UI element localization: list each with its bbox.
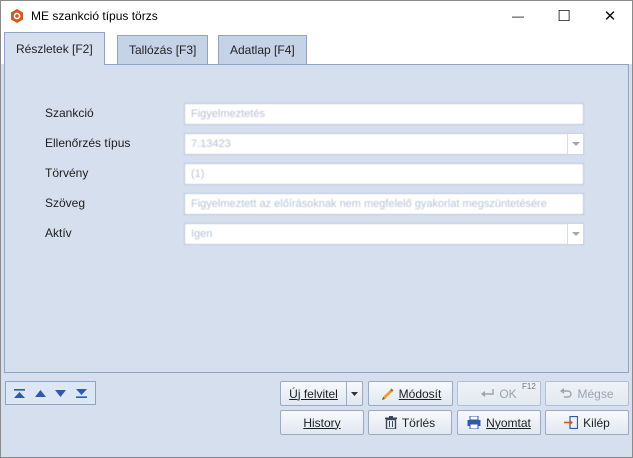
title-bar: ME szankció típus törzs — ☐ ✕ (1, 1, 632, 31)
app-logo-icon (10, 9, 24, 23)
printer-icon (467, 416, 481, 429)
new-record-dropdown-button[interactable] (346, 381, 363, 406)
chevron-down-icon (351, 391, 358, 396)
print-button[interactable]: Nyomtat (457, 410, 541, 435)
szoveg-input[interactable]: Figyelmeztett az előírásoknak nem megfel… (184, 193, 584, 215)
new-record-button[interactable]: Új felvitel (280, 381, 347, 406)
last-record-icon (76, 388, 88, 398)
field-label-szoveg: Szöveg (45, 196, 86, 210)
next-record-icon (55, 389, 67, 397)
minimize-icon: — (512, 9, 524, 23)
close-icon: ✕ (603, 8, 617, 25)
maximize-icon: ☐ (557, 8, 571, 25)
pencil-icon (381, 388, 394, 400)
cancel-label: Mégse (577, 386, 614, 401)
app-window: ME szankció típus törzs — ☐ ✕ Részletek … (0, 0, 633, 458)
tab-browse[interactable]: Tallózás [F3] (117, 35, 209, 64)
first-record-button[interactable] (10, 384, 28, 402)
chevron-down-icon (571, 141, 580, 146)
tab-datasheet-label: Adatlap [F4] (230, 43, 295, 57)
next-record-button[interactable] (52, 384, 70, 402)
aktiv-value: Igen (191, 228, 213, 240)
ellenorzes-tipus-combo[interactable]: 7.13423 (184, 133, 584, 155)
szankcio-value: Figyelmeztetés (191, 108, 265, 120)
window-title: ME szankció típus törzs (31, 9, 158, 23)
modify-label: Módosít (398, 386, 442, 401)
tab-details-label: Részletek [F2] (16, 42, 93, 56)
record-navigator (5, 381, 96, 405)
new-record-label: Új felvitel (289, 386, 338, 401)
ellenorzes-tipus-value: 7.13423 (191, 138, 231, 150)
maximize-button[interactable]: ☐ (541, 1, 587, 31)
details-panel: Szankció Figyelmeztetés Ellenőrzés típus… (4, 64, 629, 373)
last-record-button[interactable] (73, 384, 91, 402)
prev-record-icon (34, 389, 46, 397)
tab-details[interactable]: Részletek [F2] (4, 32, 105, 65)
cancel-button[interactable]: Mégse (545, 381, 629, 406)
torveny-input[interactable]: (1) (184, 163, 584, 185)
aktiv-combo[interactable]: Igen (184, 223, 584, 245)
ellenorzes-tipus-dropdown-button[interactable] (567, 134, 583, 154)
exit-label: Kilép (583, 415, 610, 430)
trash-icon (384, 416, 397, 429)
field-label-aktiv: Aktív (45, 226, 72, 240)
history-button[interactable]: History (280, 410, 364, 435)
delete-button[interactable]: Törlés (368, 410, 452, 435)
delete-label: Törlés (401, 415, 436, 430)
field-label-torveny: Törvény (45, 166, 89, 180)
tab-browse-label: Tallózás [F3] (129, 43, 197, 57)
ok-shortcut-hint: F12 (522, 382, 536, 391)
print-label: Nyomtat (486, 415, 531, 430)
enter-arrow-icon (481, 388, 495, 397)
tab-datasheet[interactable]: Adatlap [F4] (218, 35, 307, 64)
torveny-value: (1) (191, 168, 205, 180)
minimize-button[interactable]: — (495, 1, 541, 31)
field-label-szankcio: Szankció (45, 106, 94, 120)
history-label: History (303, 415, 341, 430)
ok-label: OK (499, 386, 517, 401)
szoveg-value: Figyelmeztett az előírásoknak nem megfel… (191, 198, 547, 210)
modify-button[interactable]: Módosít (368, 381, 453, 406)
szankcio-input[interactable]: Figyelmeztetés (184, 103, 584, 125)
field-label-ellenorzes-tipus: Ellenőrzés típus (45, 136, 131, 150)
close-button[interactable]: ✕ (587, 1, 633, 31)
chevron-down-icon (571, 231, 580, 236)
prev-record-button[interactable] (31, 384, 49, 402)
exit-door-icon (564, 416, 579, 429)
first-record-icon (13, 388, 25, 398)
undo-icon (560, 388, 573, 398)
aktiv-dropdown-button[interactable] (567, 224, 583, 244)
exit-button[interactable]: Kilép (545, 410, 629, 435)
